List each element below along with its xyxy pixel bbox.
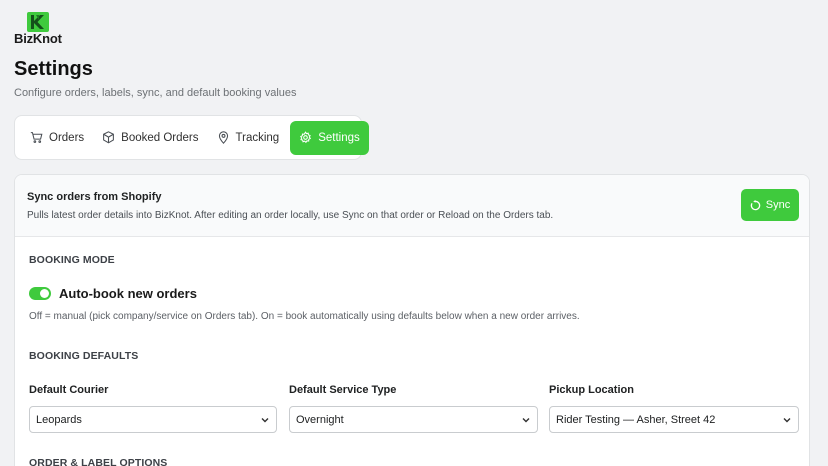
tab-orders[interactable]: Orders [21,121,93,155]
auto-book-row: Auto-book new orders [29,286,197,301]
tab-label: Tracking [235,131,280,144]
sync-description: Pulls latest order details into BizKnot.… [27,210,554,221]
default-service-value: Overnight [296,413,344,426]
chevron-down-icon [783,417,791,422]
sync-title: Sync orders from Shopify [27,191,162,203]
tab-label: Booked Orders [121,131,199,144]
chevron-down-icon [522,417,530,422]
default-service-label: Default Service Type [289,384,397,396]
pickup-location-value: Rider Testing — Asher, Street 42 [556,413,716,426]
tab-label: Settings [318,131,360,144]
main-tabs: Orders Booked Orders Tracking Settings [14,115,369,160]
tab-label: Orders [49,131,85,144]
booking-mode-heading: BOOKING MODE [29,254,115,266]
pickup-location-label: Pickup Location [549,384,634,396]
sync-button-label: Sync [765,199,791,211]
settings-card: Sync orders from Shopify Pulls latest or… [14,174,810,466]
default-courier-label: Default Courier [29,384,109,396]
refresh-icon [750,199,761,210]
box-icon [103,131,115,144]
auto-book-label: Auto-book new orders [59,286,197,301]
booking-mode-description: Off = manual (pick company/service on Or… [29,311,580,322]
brand-logo: BizKnot [14,12,64,46]
order-label-options-heading: ORDER & LABEL OPTIONS [29,457,168,466]
pickup-location-select[interactable]: Rider Testing — Asher, Street 42 [549,406,799,433]
chevron-down-icon [261,417,269,422]
sync-button[interactable]: Sync [741,189,799,221]
brand-name: BizKnot [14,31,62,46]
sync-section: Sync orders from Shopify Pulls latest or… [15,175,809,237]
tab-booked-orders[interactable]: Booked Orders [93,121,207,155]
gear-icon [300,131,312,144]
default-courier-select[interactable]: Leopards [29,406,277,433]
page-title: Settings [14,58,93,80]
page-subtitle: Configure orders, labels, sync, and defa… [14,87,297,99]
tab-tracking[interactable]: Tracking [208,121,289,155]
default-service-select[interactable]: Overnight [289,406,538,433]
auto-book-toggle[interactable] [29,287,51,300]
bizknot-logo-icon [27,12,49,32]
booking-defaults-heading: BOOKING DEFAULTS [29,350,139,362]
default-courier-value: Leopards [36,413,82,426]
cart-icon [30,132,43,143]
tab-settings[interactable]: Settings [290,120,369,155]
map-pin-icon [218,131,228,144]
